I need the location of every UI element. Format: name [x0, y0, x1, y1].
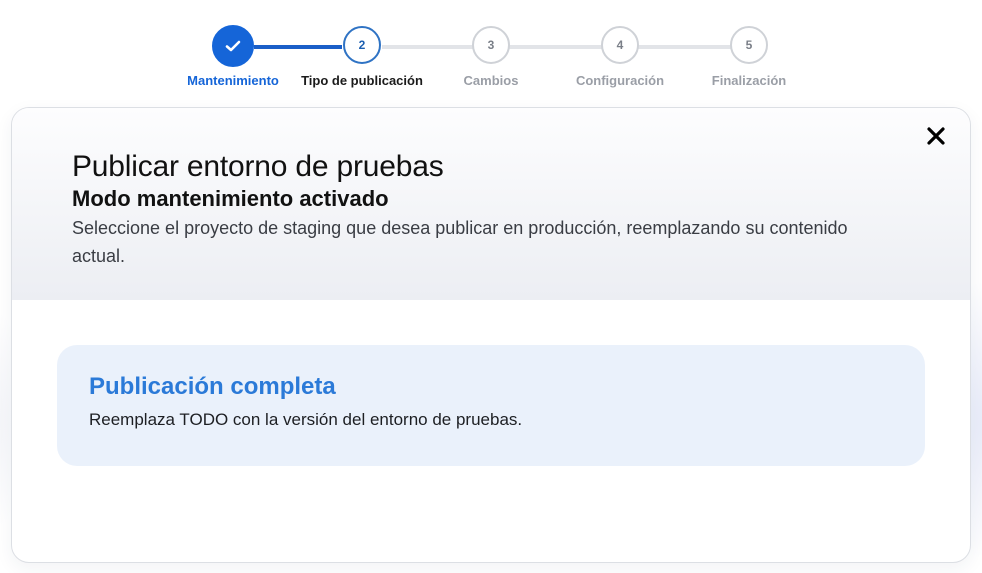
stepper-track-pending — [382, 45, 732, 49]
step-2-label: Tipo de publicación — [301, 73, 423, 88]
step-3-label: Cambios — [463, 73, 519, 88]
dialog-subtitle: Modo mantenimiento activado — [72, 186, 389, 211]
stepper-track-complete — [254, 45, 342, 49]
progress-stepper: 2 3 4 5 Mantenimiento Tipo de publicació… — [0, 0, 982, 100]
dialog-title: Publicar entorno de pruebas — [72, 150, 444, 183]
full-publish-option[interactable]: Publicación completa Reemplaza TODO con … — [57, 345, 925, 466]
close-icon — [927, 127, 945, 145]
step-3-circle: 3 — [472, 26, 510, 64]
dialog-header: Publicar entorno de pruebas Modo manteni… — [12, 108, 970, 300]
step-5-label: Finalización — [711, 73, 787, 88]
option-title: Publicación completa — [89, 373, 336, 400]
step-1-circle[interactable] — [212, 25, 254, 67]
step-2-circle[interactable]: 2 — [343, 26, 381, 64]
step-5-circle: 5 — [730, 26, 768, 64]
option-description: Reemplaza TODO con la versión del entorn… — [89, 410, 523, 429]
step-4-label: Configuración — [575, 73, 665, 88]
checkmark-icon — [225, 40, 241, 52]
close-button[interactable] — [922, 122, 950, 150]
step-4-circle: 4 — [601, 26, 639, 64]
dialog-description: Seleccione el proyecto de staging que de… — [72, 218, 848, 266]
step-1-label: Mantenimiento — [187, 73, 279, 88]
publish-dialog: Publicar entorno de pruebas Modo manteni… — [11, 107, 971, 563]
